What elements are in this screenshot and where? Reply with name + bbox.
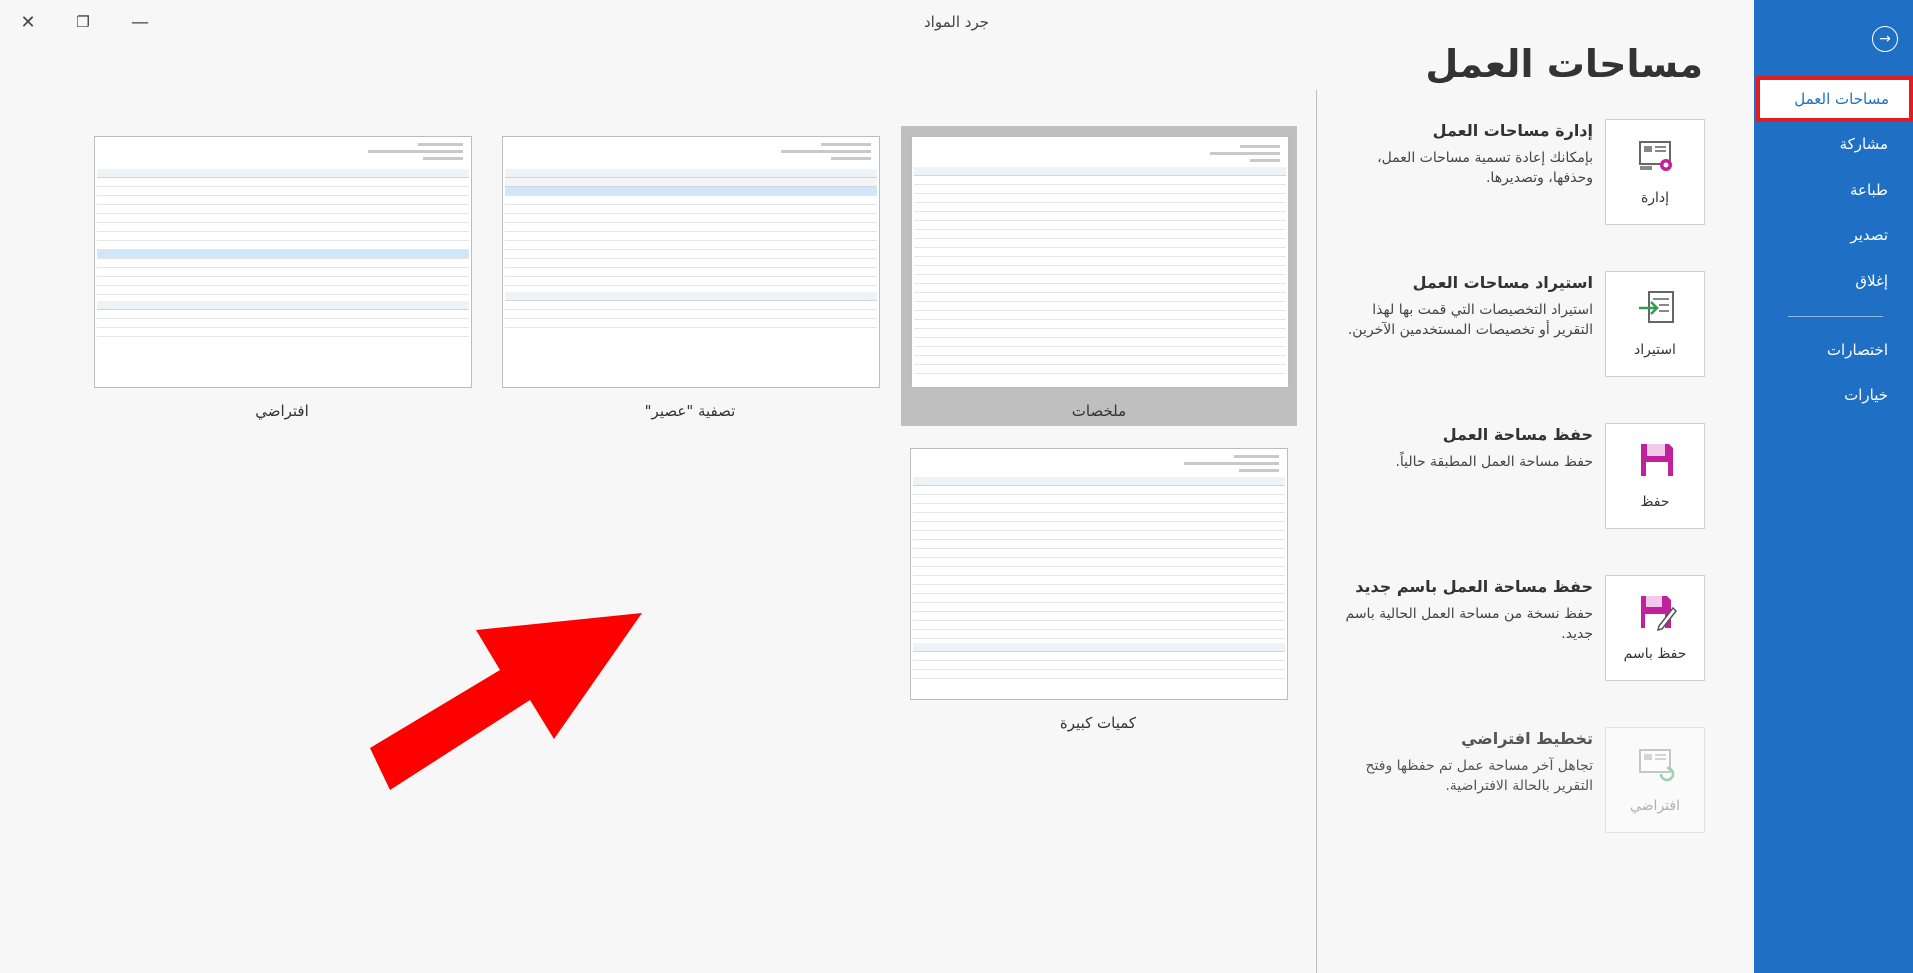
save-as-button[interactable]: حفظ باسم <box>1605 575 1705 681</box>
save-icon <box>1641 444 1673 476</box>
restore-button[interactable]: ❐ <box>55 0 111 44</box>
action-desc: تجاهل آخر مساحة عمل تم حفظها وفتح التقري… <box>1365 758 1594 794</box>
workspace-label: تصفية "عصير" <box>644 402 736 420</box>
action-import: استيراد استيراد مساحات العمل استيراد الت… <box>1305 271 1705 391</box>
sidebar-item-share[interactable]: مشاركة <box>1754 124 1913 164</box>
workspace-card-juice-filter[interactable]: تصفية "عصير" <box>502 136 880 426</box>
action-default-layout: افتراضي تخطيط افتراضي تجاهل آخر مساحة عم… <box>1305 727 1705 847</box>
action-desc: حفظ نسخة من مساحة العمل الحالية باسم جدي… <box>1345 606 1594 642</box>
save-button-label: حفظ <box>1640 494 1670 510</box>
close-button[interactable]: ✕ <box>0 0 56 44</box>
action-title: حفظ مساحة العمل <box>1442 425 1593 444</box>
manage-button[interactable]: إدارة <box>1605 119 1705 225</box>
restore-icon: ❐ <box>76 13 90 31</box>
red-arrow-icon <box>370 613 642 790</box>
import-icon <box>1639 291 1674 323</box>
save-as-icon <box>1641 596 1677 632</box>
action-desc: بإمكانك إعادة تسمية مساحات العمل، وحذفها… <box>1377 150 1593 186</box>
manage-button-label: إدارة <box>1640 190 1670 206</box>
sidebar-item-export[interactable]: تصدير <box>1754 215 1913 255</box>
sidebar-item-print[interactable]: طباعة <box>1754 170 1913 210</box>
workspace-card-large-quantities[interactable]: كميات كبيرة <box>910 448 1288 738</box>
sidebar-item-close[interactable]: إغلاق <box>1754 261 1913 301</box>
default-layout-icon <box>1639 749 1675 782</box>
workspace-card-default[interactable]: افتراضي <box>94 136 472 426</box>
workspace-preview <box>911 136 1289 388</box>
sidebar-item-workspaces[interactable]: مساحات العمل <box>1756 76 1913 122</box>
action-save: حفظ حفظ مساحة العمل حفظ مساحة العمل المط… <box>1305 423 1705 543</box>
backstage-sidebar: → مساحات العمل مشاركة طباعة تصدير إغلاق … <box>1754 0 1913 973</box>
close-icon: ✕ <box>20 11 36 33</box>
minimize-button[interactable]: — <box>112 0 168 44</box>
import-button-label: استيراد <box>1634 342 1676 358</box>
page-title: مساحات العمل <box>1425 42 1703 86</box>
workspace-label: افتراضي <box>255 402 309 420</box>
action-desc: حفظ مساحة العمل المطبقة حالياً. <box>1395 454 1593 470</box>
action-title: استيراد مساحات العمل <box>1412 273 1593 292</box>
workspace-label: كميات كبيرة <box>1059 714 1137 732</box>
minimize-icon: — <box>131 11 149 33</box>
default-layout-button[interactable]: افتراضي <box>1605 727 1705 833</box>
default-layout-button-label: افتراضي <box>1630 798 1680 814</box>
action-manage: إدارة إدارة مساحات العمل بإمكانك إعادة ت… <box>1305 119 1705 239</box>
action-save-as: حفظ باسم حفظ مساحة العمل باسم جديد حفظ ن… <box>1305 575 1705 695</box>
workspace-preview <box>502 136 880 388</box>
save-as-button-label: حفظ باسم <box>1623 646 1687 662</box>
workspace-label: ملخصات <box>1071 402 1127 420</box>
workspace-card-summaries[interactable]: ملخصات <box>901 126 1297 426</box>
action-title: إدارة مساحات العمل <box>1432 121 1593 140</box>
title-bar: ✕ ❐ — <box>0 0 1755 44</box>
manage-workspace-icon <box>1639 141 1672 171</box>
sidebar-item-shortcuts[interactable]: اختصارات <box>1754 330 1913 370</box>
action-title: تخطيط افتراضي <box>1461 729 1593 748</box>
action-desc: استيراد التخصيصات التي قمت بها لهذا التق… <box>1347 302 1593 338</box>
sidebar-item-options[interactable]: خيارات <box>1754 375 1913 415</box>
sidebar-divider <box>1788 316 1883 317</box>
save-button[interactable]: حفظ <box>1605 423 1705 529</box>
workspace-preview <box>910 448 1288 700</box>
action-title: حفظ مساحة العمل باسم جديد <box>1355 577 1593 596</box>
workspace-preview <box>94 136 472 388</box>
import-button[interactable]: استيراد <box>1605 271 1705 377</box>
back-arrow-icon[interactable]: → <box>1872 26 1898 52</box>
